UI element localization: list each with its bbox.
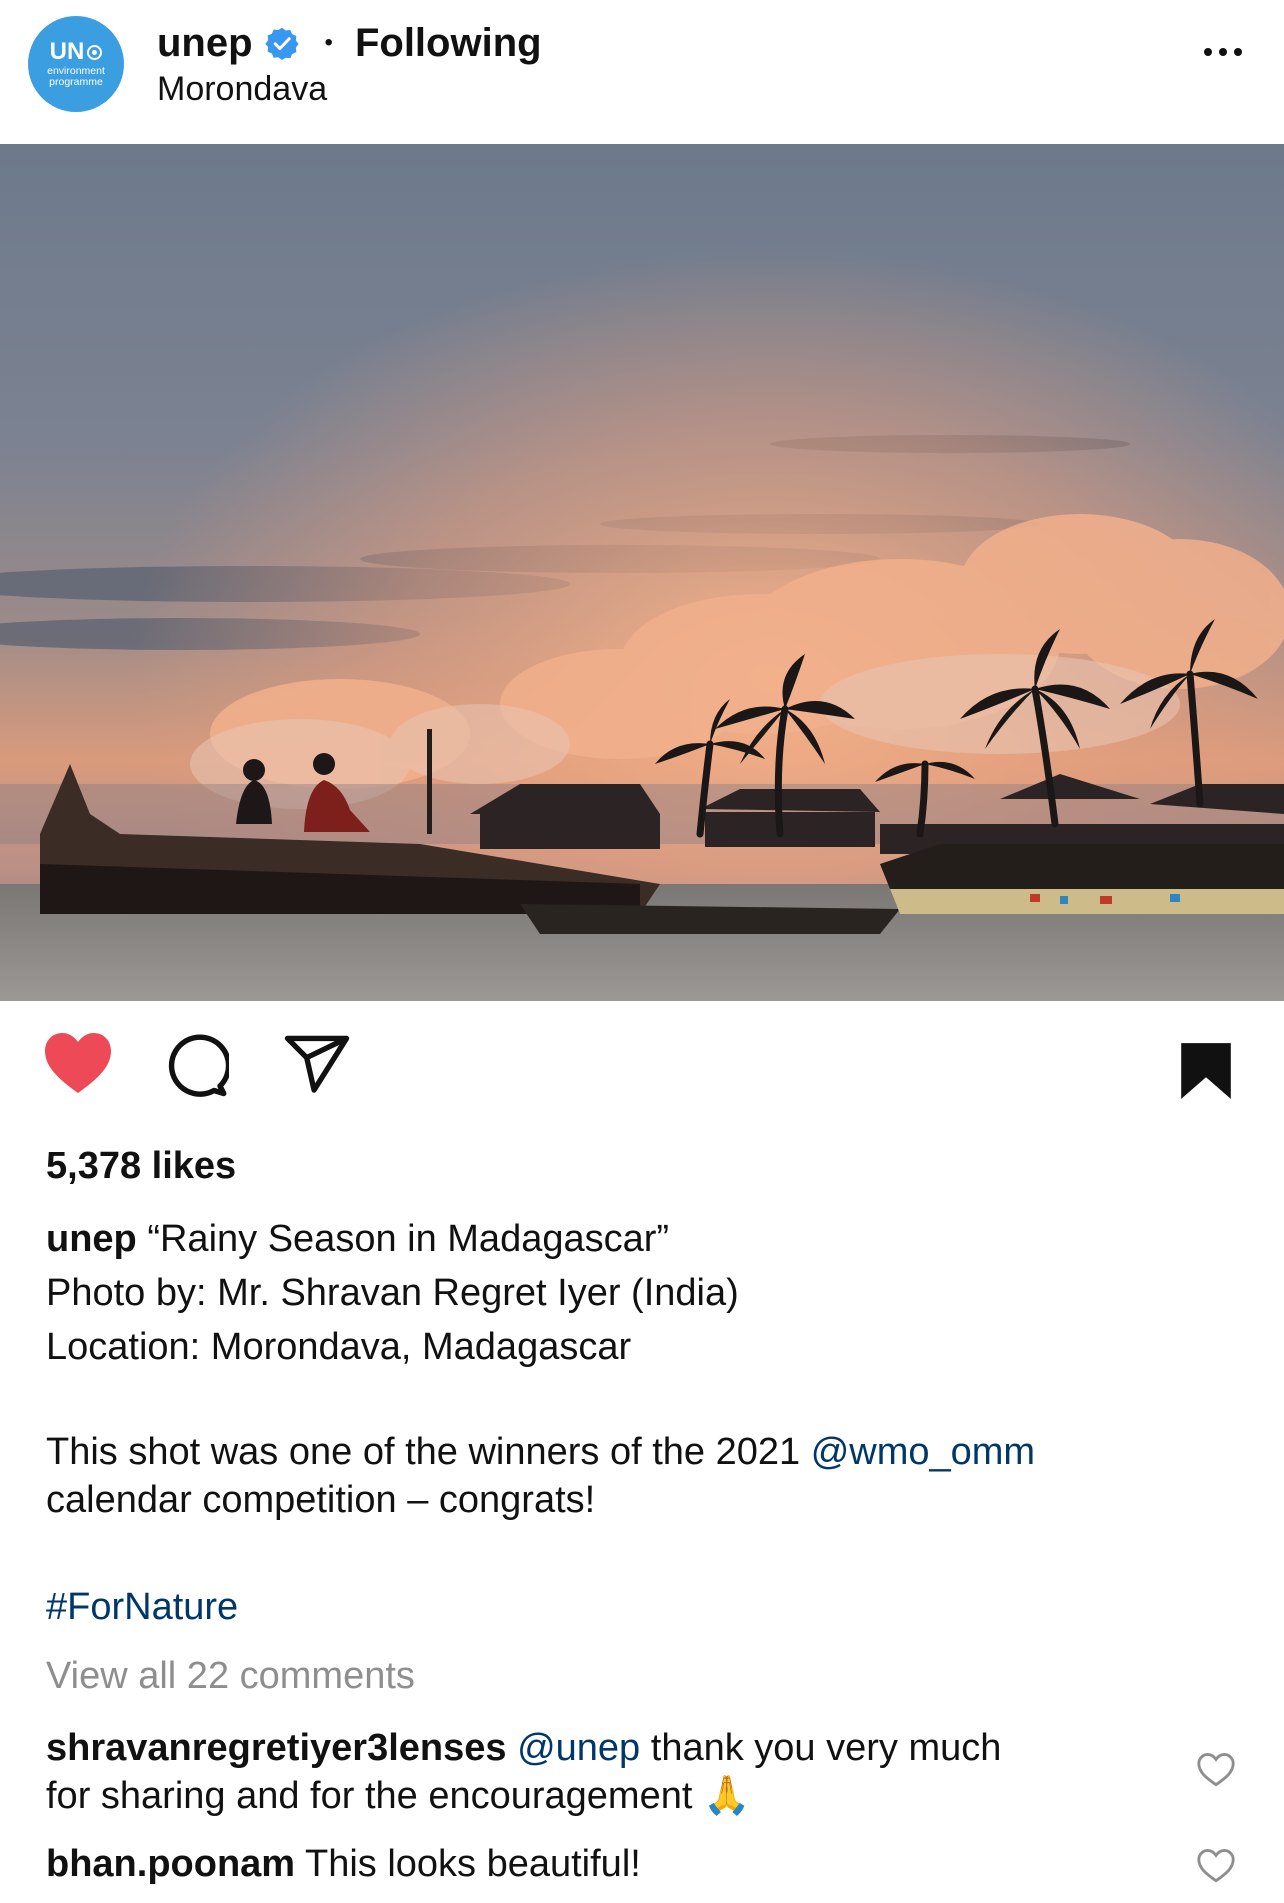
caption: unep “Rainy Season in Madagascar” Photo … (46, 1212, 1236, 1374)
save-bookmark-icon[interactable] (1178, 1040, 1234, 1102)
like-heart-icon[interactable] (42, 1030, 114, 1096)
comment-username[interactable]: shravanregretiyer3lenses (46, 1727, 507, 1769)
photo-illustration (0, 144, 1284, 1001)
comment-text: thank you very much (640, 1727, 1002, 1769)
username-link[interactable]: unep (157, 21, 253, 66)
comment-line-2: for sharing and for the encouragement 🙏 (46, 1775, 751, 1817)
post-photo[interactable] (0, 144, 1284, 1001)
post-header: UN environment programme unep • Followin… (0, 0, 1284, 144)
caption-username[interactable]: unep (46, 1218, 137, 1260)
avatar[interactable]: UN environment programme (28, 16, 124, 112)
comment-item: shravanregretiyer3lenses @unep thank you… (46, 1724, 1166, 1820)
view-all-comments-link[interactable]: View all 22 comments (46, 1655, 415, 1698)
more-dot (1234, 48, 1242, 56)
avatar-un-text: UN (49, 38, 85, 65)
user-line: unep • Following (157, 18, 542, 68)
hashtag-link[interactable]: #ForNature (46, 1586, 238, 1629)
comment-like-heart-icon[interactable] (1196, 1848, 1236, 1884)
caption-text: This shot was one of the winners of the … (46, 1431, 811, 1473)
avatar-subtitle: environment programme (47, 66, 105, 88)
caption-line-2: Photo by: Mr. Shravan Regret Iyer (India… (46, 1272, 739, 1314)
caption-line-3: Location: Morondava, Madagascar (46, 1326, 632, 1368)
verified-badge-icon (264, 27, 299, 60)
more-options-icon[interactable] (1204, 48, 1242, 56)
caption-paragraph-2-line-1: This shot was one of the winners of the … (46, 1428, 1236, 1476)
mention-link[interactable]: @wmo_omm (811, 1431, 1035, 1473)
comment-username[interactable]: bhan.poonam (46, 1843, 295, 1885)
caption-title: “Rainy Season in Madagascar” (136, 1218, 670, 1260)
more-dot (1219, 48, 1227, 56)
following-button[interactable]: Following (355, 21, 542, 66)
action-bar (0, 1030, 1284, 1120)
more-dot (1204, 48, 1212, 56)
globe-icon (87, 44, 103, 60)
separator-dot: • (324, 29, 333, 56)
likes-count[interactable]: 5,378 likes (46, 1145, 236, 1188)
comment-icon[interactable] (163, 1032, 229, 1098)
caption-line-1: unep “Rainy Season in Madagascar” (46, 1212, 1236, 1266)
comment-text: This looks beautiful! (295, 1843, 641, 1885)
caption-paragraph-2: This shot was one of the winners of the … (46, 1428, 1236, 1524)
comment-item: bhan.poonam This looks beautiful! (46, 1840, 1166, 1888)
avatar-line-3: programme (49, 76, 103, 88)
comment-like-heart-icon[interactable] (1196, 1752, 1236, 1788)
comment-mention-link[interactable]: @unep (517, 1727, 640, 1769)
caption-paragraph-2-line-2: calendar competition – congrats! (46, 1479, 596, 1521)
avatar-un-mark: UN (50, 40, 103, 64)
comment-line-1: shravanregretiyer3lenses @unep thank you… (46, 1724, 1166, 1772)
share-send-icon[interactable] (282, 1034, 352, 1096)
location-link[interactable]: Morondava (157, 70, 327, 109)
